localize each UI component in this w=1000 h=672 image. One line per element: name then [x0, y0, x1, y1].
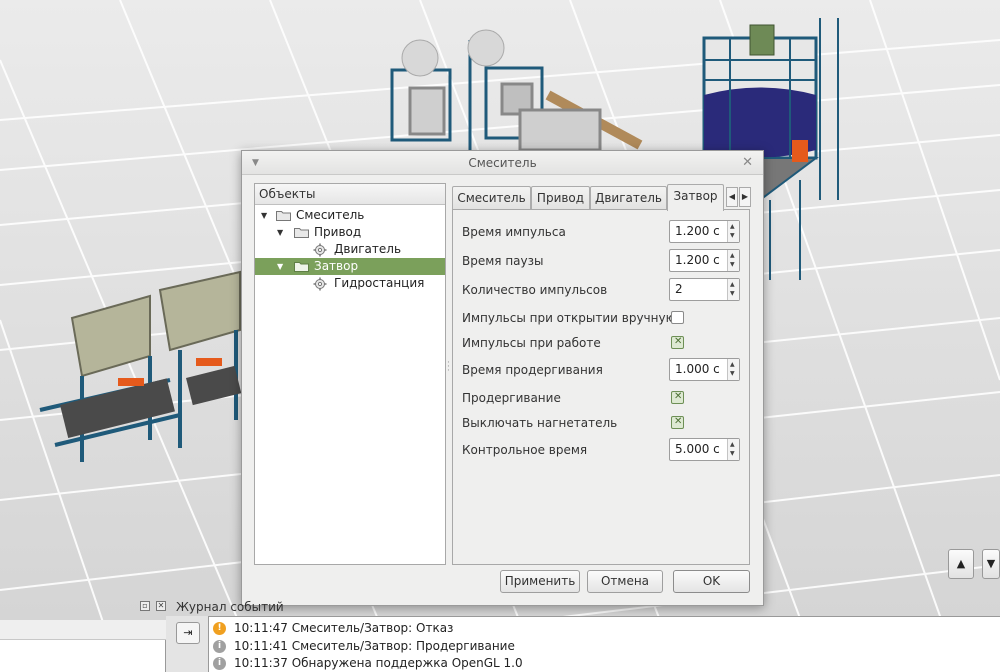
property-label: Количество импульсов — [462, 283, 608, 297]
info-icon: i — [213, 657, 226, 670]
tab-motor[interactable]: Двигатель — [590, 186, 667, 210]
spin-arrows[interactable]: ▲ ▼ — [727, 279, 739, 300]
spin-up-icon[interactable]: ▲ — [730, 253, 735, 259]
close-icon[interactable]: ✕ — [742, 151, 753, 175]
gate-properties-panel: Время импульса 1.200 с ▲ ▼ Время паузы 1.… — [452, 209, 750, 565]
folder-icon — [276, 211, 291, 221]
log-text: 10:11:47 Смеситель/Затвор: Отказ — [234, 621, 454, 635]
spin-down-icon[interactable]: ▼ — [730, 233, 735, 239]
disable-blower-checkbox[interactable]: ✕ — [671, 416, 684, 429]
spin-value[interactable]: 1.200 с — [675, 250, 720, 271]
event-log-title: Журнал событий — [176, 600, 284, 614]
property-label: Время импульса — [462, 225, 566, 239]
spin-arrows[interactable]: ▲ ▼ — [727, 221, 739, 242]
spin-arrows[interactable]: ▲ ▼ — [727, 250, 739, 271]
spin-up-icon[interactable]: ▲ — [730, 362, 735, 368]
tree-label: Двигатель — [334, 242, 402, 256]
folder-icon — [294, 262, 309, 272]
event-log-list[interactable]: ! 10:11:47 Смеситель/Затвор: Отказ i 10:… — [208, 616, 1000, 672]
property-label: Продергивание — [462, 391, 561, 405]
log-text: 10:11:41 Смеситель/Затвор: Продергивание — [234, 639, 515, 653]
property-label: Импульсы при работе — [462, 336, 601, 350]
dock-close-icon[interactable]: ✕ — [156, 601, 166, 611]
property-label: Контрольное время — [462, 443, 588, 457]
check-icon: ✕ — [674, 391, 683, 402]
tab-drive[interactable]: Привод — [531, 186, 590, 210]
tree-label: Затвор — [314, 259, 359, 273]
property-label: Импульсы при открытии вручную — [462, 311, 676, 325]
manual-open-pulses-checkbox[interactable] — [671, 311, 684, 324]
folder-icon — [294, 228, 309, 238]
spin-down-icon[interactable]: ▼ — [730, 451, 735, 457]
tab-scroll-left-icon[interactable]: ◀ — [726, 187, 738, 207]
window-menu-icon[interactable]: ▼ — [252, 151, 259, 175]
property-label: Время паузы — [462, 254, 544, 268]
spin-value[interactable]: 1.200 с — [675, 221, 720, 242]
pulse-time-spinbox[interactable]: 1.200 с ▲ ▼ — [669, 220, 740, 243]
tree-item-mixer[interactable]: ▼ Смеситель — [255, 207, 445, 224]
cancel-button[interactable]: Отмена — [587, 570, 663, 593]
spin-up-icon[interactable]: ▲ — [730, 282, 735, 288]
dialog-title: Смеситель — [468, 156, 537, 170]
property-label: Время продергивания — [462, 363, 603, 377]
info-icon: i — [213, 640, 226, 653]
gear-icon — [313, 277, 327, 291]
tab-gate[interactable]: Затвор — [667, 184, 724, 211]
pulse-count-spinbox[interactable]: 2 ▲ ▼ — [669, 278, 740, 301]
spin-value[interactable]: 2 — [675, 279, 683, 300]
check-icon: ✕ — [674, 416, 683, 427]
mixer-settings-dialog: ▼ Смеситель ✕ Объекты ▼ Смеситель ▼ Прив… — [241, 150, 764, 606]
spin-value[interactable]: 1.000 с — [675, 359, 720, 380]
property-label: Выключать нагнетатель — [462, 416, 618, 430]
log-side-toolbar — [0, 620, 166, 640]
gear-icon — [313, 243, 327, 257]
tree-label: Смеситель — [296, 208, 365, 222]
tree-header: Объекты — [255, 184, 445, 205]
ok-button[interactable]: OK — [673, 570, 750, 593]
objects-tree[interactable]: Объекты ▼ Смеситель ▼ Привод Двигатель ▼… — [254, 183, 446, 565]
tab-bar: Смеситель Привод Двигатель Затвор ◀ ▶ — [452, 184, 752, 211]
apply-button[interactable]: Применить — [500, 570, 580, 593]
tree-item-motor[interactable]: Двигатель — [255, 241, 445, 258]
tree-label: Привод — [314, 225, 362, 239]
warning-icon: ! — [213, 622, 226, 635]
control-time-spinbox[interactable]: 5.000 с ▲ ▼ — [669, 438, 740, 461]
pulling-checkbox[interactable]: ✕ — [671, 391, 684, 404]
spin-arrows[interactable]: ▲ ▼ — [727, 359, 739, 380]
check-icon: ✕ — [674, 336, 683, 347]
log-text: 10:11:37 Обнаружена поддержка OpenGL 1.0 — [234, 656, 523, 670]
spin-arrows[interactable]: ▲ ▼ — [727, 439, 739, 460]
tree-item-hydrostation[interactable]: Гидростанция — [255, 275, 445, 292]
spin-down-icon[interactable]: ▼ — [730, 291, 735, 297]
tree-item-drive[interactable]: ▼ Привод — [255, 224, 445, 241]
spin-down-icon[interactable]: ▼ — [730, 262, 735, 268]
tree-label: Гидростанция — [334, 276, 425, 290]
spin-value[interactable]: 5.000 с — [675, 439, 720, 460]
expand-arrow-icon[interactable]: ▼ — [277, 224, 283, 241]
pull-time-spinbox[interactable]: 1.000 с ▲ ▼ — [669, 358, 740, 381]
view-down-button[interactable]: ▼ — [982, 549, 1000, 579]
spin-up-icon[interactable]: ▲ — [730, 442, 735, 448]
spin-up-icon[interactable]: ▲ — [730, 224, 735, 230]
export-log-button[interactable]: ⇥ — [176, 622, 200, 644]
expand-arrow-icon[interactable]: ▼ — [261, 207, 267, 224]
dock-float-icon[interactable]: ▫ — [140, 601, 150, 611]
work-pulses-checkbox[interactable]: ✕ — [671, 336, 684, 349]
view-up-button[interactable]: ▲ — [948, 549, 974, 579]
expand-arrow-icon[interactable]: ▼ — [277, 258, 283, 275]
splitter-handle[interactable]: · · · — [447, 359, 450, 376]
spin-down-icon[interactable]: ▼ — [730, 371, 735, 377]
tree-item-gate[interactable]: ▼ Затвор — [255, 258, 445, 275]
dialog-titlebar[interactable]: ▼ Смеситель ✕ — [242, 151, 763, 175]
tab-scroll-right-icon[interactable]: ▶ — [739, 187, 751, 207]
pause-time-spinbox[interactable]: 1.200 с ▲ ▼ — [669, 249, 740, 272]
tab-mixer[interactable]: Смеситель — [452, 186, 531, 210]
